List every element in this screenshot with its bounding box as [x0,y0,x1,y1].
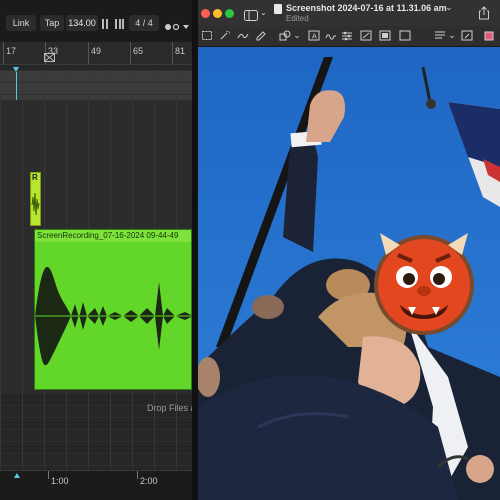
devil-emoji-icon [374,233,474,335]
svg-text:A: A [312,34,317,41]
ruler-tick [3,42,4,64]
timeline-start-marker-icon[interactable] [14,473,20,478]
small-clip-label: R [32,173,38,182]
time-label: 2:00 [140,476,158,486]
playhead-line [16,72,17,100]
time-sig-denominator: 4 [147,18,153,28]
bar-number: 49 [91,46,102,56]
daw-window: Link Tap 134.00 4 / 4 17 33 49 65 81 R S… [0,0,192,500]
magic-select-icon[interactable] [219,30,231,41]
ruler-tick [130,42,131,64]
clip-waveform [35,242,191,389]
minimize-window-button[interactable] [213,9,222,18]
sign-icon[interactable] [325,30,337,41]
clip-name: ScreenRecording_07-16-2024 09-44-49 [35,230,191,242]
annotate-icon[interactable] [461,30,473,41]
bar-number: 81 [175,46,186,56]
title-chevron-icon[interactable]: ⌄ [445,2,453,13]
ruler-tick [172,42,173,64]
time-ruler[interactable]: 1:00 2:00 [0,470,192,500]
text-style-icon[interactable] [434,30,446,41]
time-sig-numerator: 4 [135,18,141,28]
link-button[interactable]: Link [6,15,36,31]
small-clip-waveform [31,192,40,216]
adjust-size-icon[interactable] [360,30,372,41]
bar-ruler[interactable]: 17 33 49 65 81 [0,42,192,65]
track-lane[interactable] [0,100,192,168]
markup-toolbar: ⌄ A ⌄ [198,26,500,47]
photo-canvas[interactable] [198,47,500,500]
time-signature[interactable]: 4 / 4 [129,15,159,31]
loop-brace-icon[interactable] [44,53,55,62]
bar-number: 65 [133,46,144,56]
tempo-nudge-icon[interactable] [101,17,125,29]
sketch-icon[interactable] [237,30,249,41]
time-tick [48,471,49,479]
text-icon[interactable]: A [308,30,320,41]
text-style-chevron-icon[interactable]: ⌄ [446,30,458,41]
sidebar-chevron-icon[interactable]: ⌄ [260,8,267,17]
drop-files-hint: Drop Files a [147,403,192,413]
time-sig-slash: / [142,18,146,28]
share-icon[interactable] [478,6,490,20]
zoom-window-button[interactable] [225,9,234,18]
fill-color-icon[interactable] [483,30,495,41]
edited-label: Edited [286,14,309,23]
shapes-icon[interactable] [279,30,291,41]
track-lane[interactable] [0,70,192,100]
preview-window: ⌄ Screenshot 2024-07-16 at 11.31.06 am ⌄… [198,0,500,500]
time-label: 1:00 [51,476,69,486]
document-icon [274,4,282,14]
tempo-field[interactable]: 134.00 [66,15,98,31]
daw-transport-bar: Link Tap 134.00 4 / 4 [0,0,192,42]
time-tick [137,471,138,479]
preview-title-bar[interactable]: ⌄ Screenshot 2024-07-16 at 11.31.06 am ⌄… [198,0,500,26]
sidebar-toggle-icon[interactable] [244,8,258,21]
raised-fist-photo [198,47,500,500]
ruler-tick [88,42,89,64]
window-title[interactable]: Screenshot 2024-07-16 at 11.31.06 am [286,3,447,13]
bar-number: 17 [6,46,17,56]
track-lane[interactable] [0,168,192,228]
audio-clip[interactable]: ScreenRecording_07-16-2024 09-44-49 [34,229,192,390]
shapes-chevron-icon[interactable]: ⌄ [291,30,303,41]
tap-tempo-button[interactable]: Tap [40,15,64,31]
close-window-button[interactable] [201,9,210,18]
small-audio-clip[interactable]: R [30,172,41,226]
metronome-icon[interactable] [164,19,190,31]
shape-style-icon[interactable] [379,30,391,41]
border-color-icon[interactable] [399,30,411,41]
rect-select-icon[interactable] [201,30,213,41]
adjust-color-icon[interactable] [341,30,353,41]
draw-icon[interactable] [255,30,267,41]
